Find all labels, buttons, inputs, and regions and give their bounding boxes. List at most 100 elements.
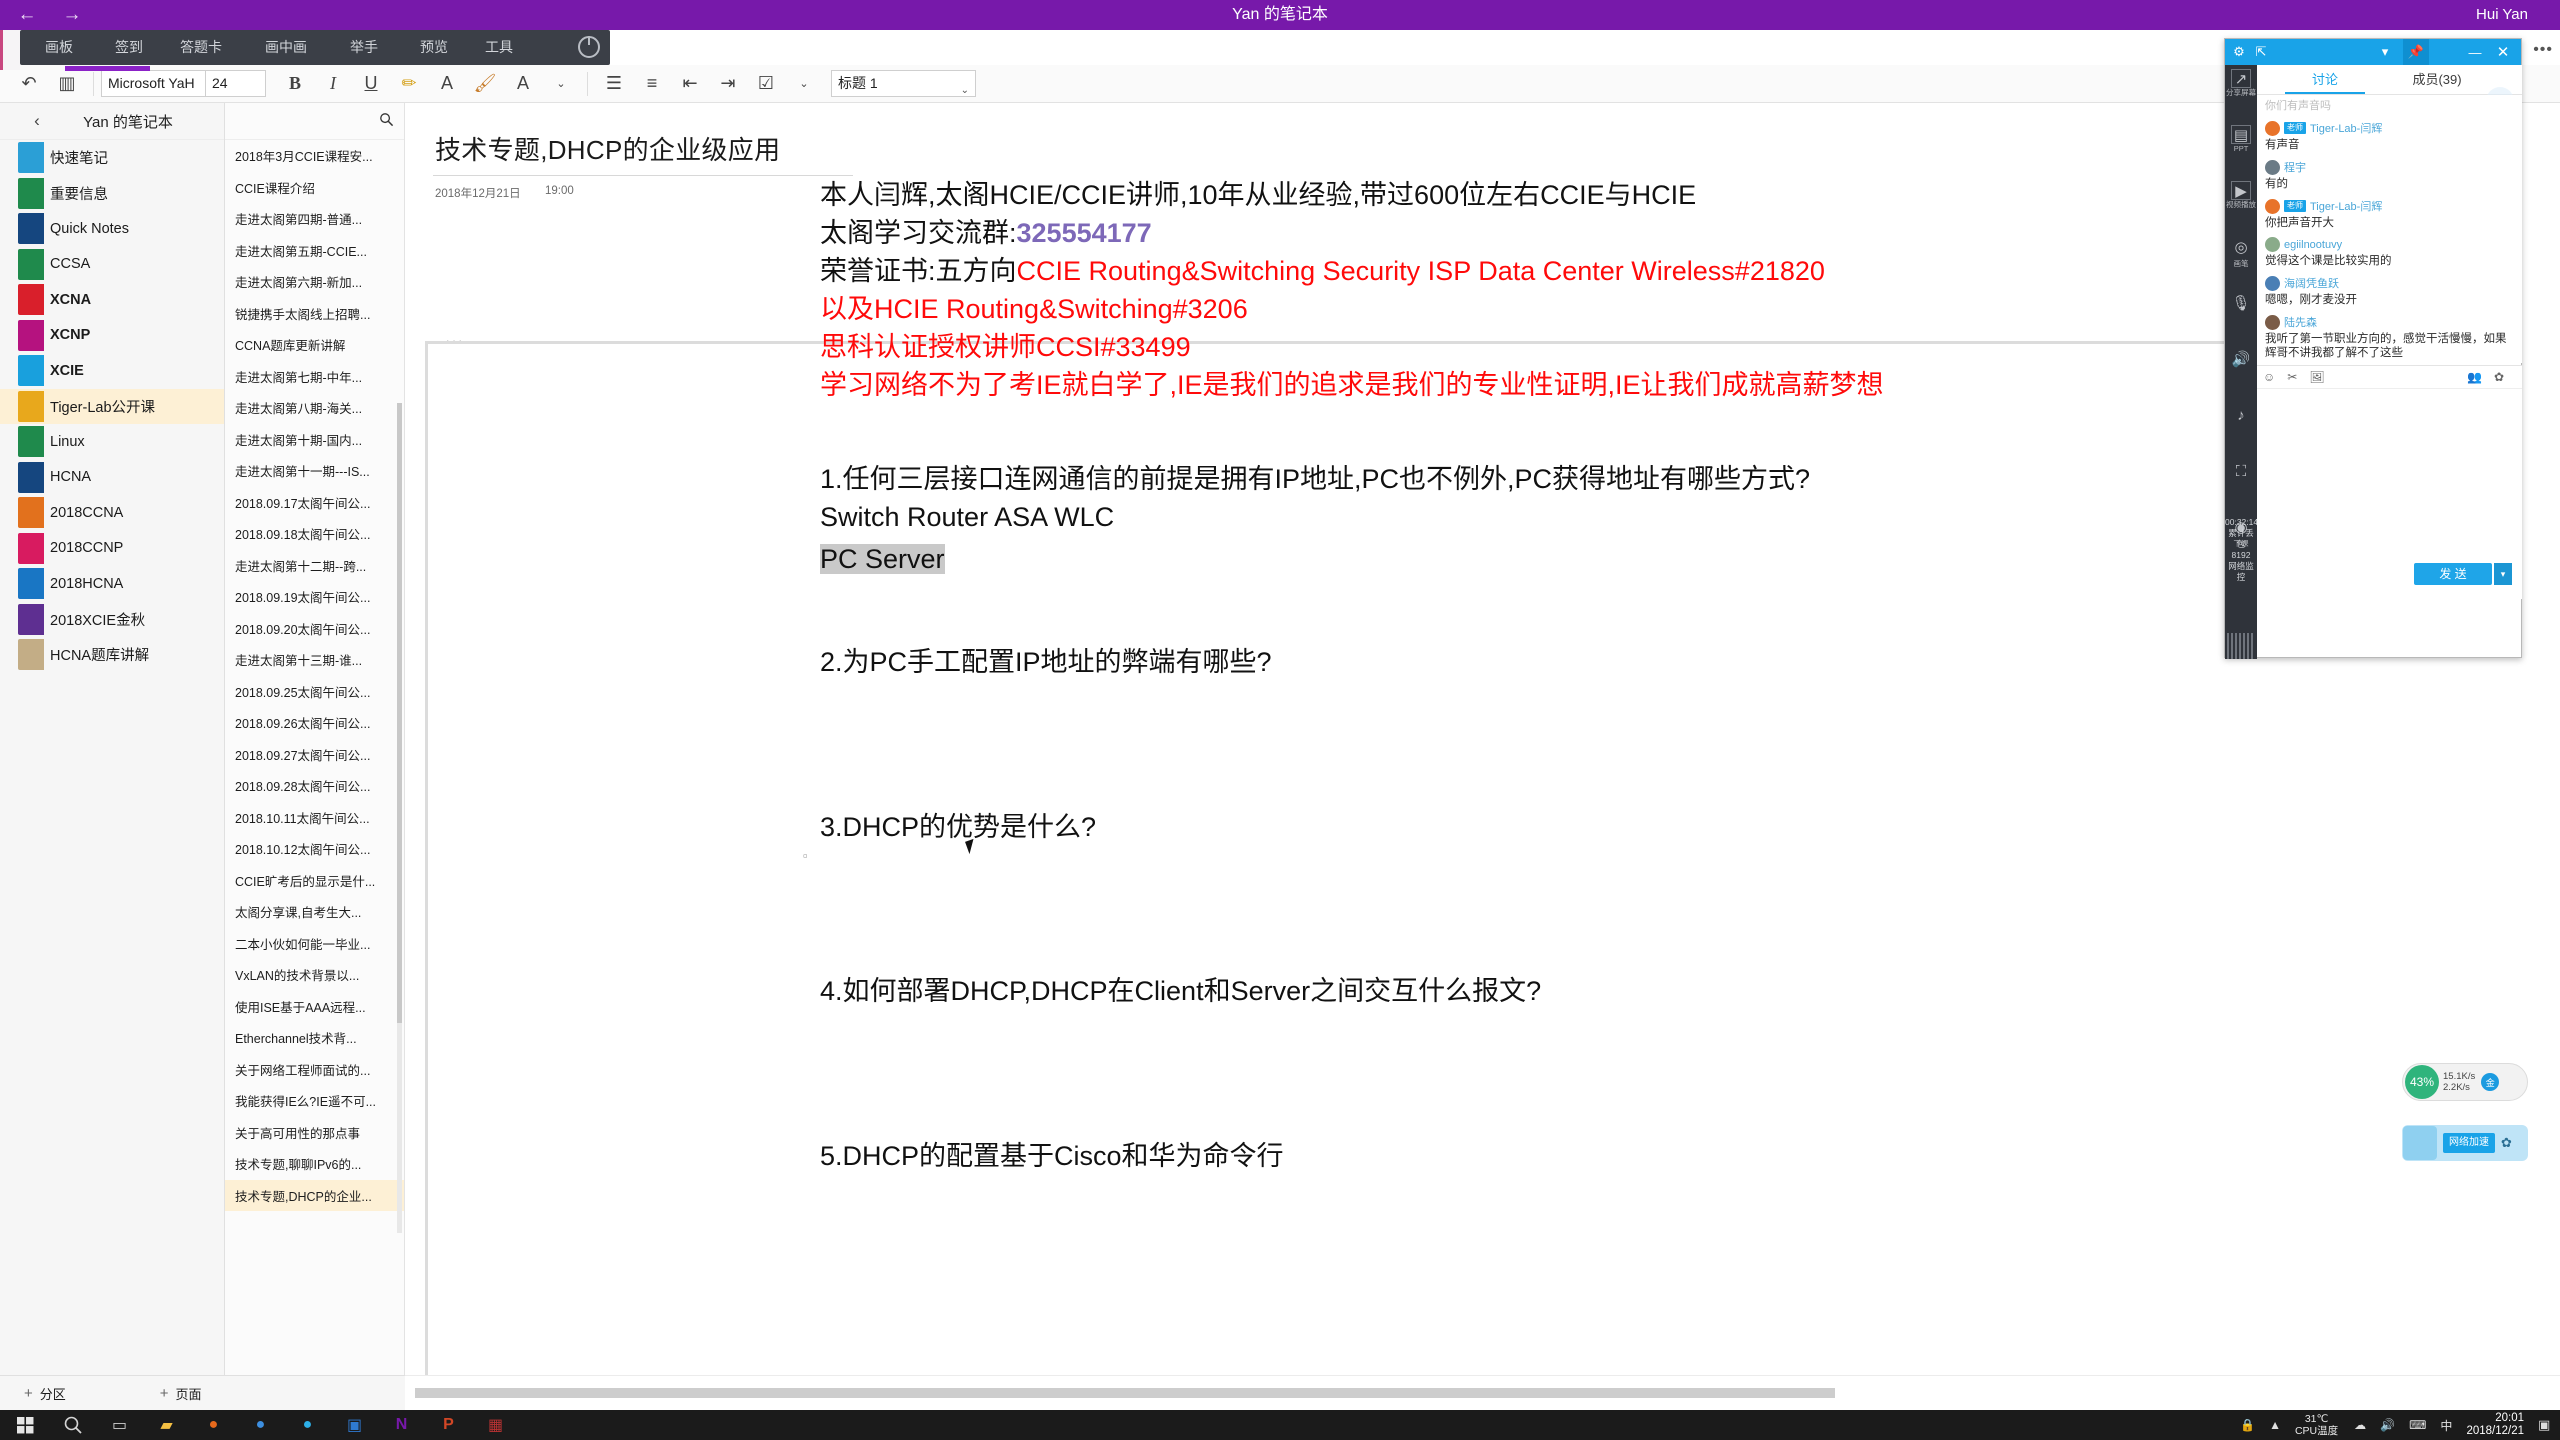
overlay-item-3[interactable]: 画中画 (265, 30, 307, 65)
clock[interactable]: 20:01 2018/12/21 (2466, 1412, 2524, 1438)
avatar[interactable] (2265, 198, 2280, 214)
close-icon[interactable]: ✕ (2493, 42, 2513, 62)
boost-button[interactable]: 网络加速 (2443, 1133, 2495, 1153)
page-list-item[interactable]: 二本小伙如何能一毕业... (225, 928, 404, 960)
paragraph-style-select[interactable]: 标题 1 ⌄ (831, 70, 976, 97)
note-date[interactable]: 2018年12月21日 (435, 185, 521, 201)
add-section-button[interactable]: + 分区 (24, 1384, 66, 1403)
page-list-item[interactable]: CCIE课程介绍 (225, 172, 404, 204)
note-line[interactable]: 学习网络不为了考IE就白学了,IE是我们的追求是我们的专业性证明,IE让我们成就… (820, 369, 1884, 401)
start-icon[interactable] (2, 1410, 49, 1440)
undo-icon[interactable]: ↶ (10, 68, 48, 100)
outdent-icon[interactable]: ⇤ (671, 68, 709, 100)
collapse-sidebar-icon[interactable]: ‹ (22, 106, 52, 136)
note-line[interactable]: 以及HCIE Routing&Switching#3206 (820, 293, 1248, 325)
avatar[interactable] (2265, 159, 2280, 175)
note-time[interactable]: 19:00 (545, 185, 574, 197)
bullets-icon[interactable]: ☰ (595, 68, 633, 100)
note-line[interactable]: 3.DHCP的优势是什么? (820, 811, 1096, 843)
sidebar-item-XCNA[interactable]: XCNA (0, 282, 224, 318)
page-list-item[interactable]: 走进太阁第八期-海关... (225, 392, 404, 424)
avatar[interactable] (2265, 314, 2280, 330)
sidebar-item-Quick Notes[interactable]: Quick Notes (0, 211, 224, 247)
page-list-item[interactable]: 走进太阁第六期-新加... (225, 266, 404, 298)
note-line[interactable]: 太阁学习交流群:325554177 (820, 217, 1152, 249)
file-explorer-icon[interactable]: ▰ (143, 1410, 190, 1440)
avatar[interactable] (2265, 275, 2280, 291)
page-list-item[interactable]: 走进太阁第十期-国内... (225, 424, 404, 456)
overlay-item-5[interactable]: 预览 (420, 30, 448, 65)
tag-chevron-icon[interactable]: ⌄ (785, 68, 823, 100)
pin-icon[interactable]: 📌 (2403, 39, 2429, 65)
page-list-item[interactable]: 2018.09.17太阁午间公... (225, 487, 404, 519)
sidebar-item-XCNP[interactable]: XCNP (0, 317, 224, 353)
underline-button[interactable]: U (352, 68, 390, 100)
rail-item-7[interactable]: ⛶ (2225, 457, 2257, 513)
paragraph-handle-icon[interactable]: ▫ (803, 848, 813, 863)
chat-message-list[interactable]: 你们有声音吗 老师 Tiger-Lab-闫辉 有声音 程宇 有的 老师 Tiger-Lab-… (2257, 95, 2522, 363)
search-icon[interactable] (379, 112, 394, 131)
bold-button[interactable]: B (276, 68, 314, 100)
page-list-item[interactable]: 关于网络工程师面试的... (225, 1054, 404, 1086)
page-list-item[interactable]: VxLAN的技术背景以... (225, 959, 404, 991)
rail-item-6[interactable]: ♪ (2225, 401, 2257, 457)
overlay-item-1[interactable]: 签到 (115, 30, 143, 65)
add-page-button[interactable]: + 页面 (160, 1384, 202, 1403)
sidebar-item-Tiger-Lab公开课[interactable]: Tiger-Lab公开课 (0, 388, 224, 424)
sidebar-item-CCSA[interactable]: CCSA (0, 246, 224, 282)
keyboard-icon[interactable]: ⌨ (2409, 1418, 2426, 1432)
people-icon[interactable]: 👥 (2467, 370, 2482, 384)
overlay-item-4[interactable]: 举手 (350, 30, 378, 65)
chat-input-box[interactable]: ▾ 发 送 (2257, 389, 2522, 599)
network-boost-widget[interactable]: 网络加速 ✿ (2402, 1125, 2528, 1161)
font-color-button[interactable]: A (428, 68, 466, 100)
chevron-up-icon[interactable]: ▲ (2269, 1418, 2281, 1432)
overlay-item-0[interactable]: 画板 (45, 30, 73, 65)
pdf-icon[interactable]: ▦ (472, 1410, 519, 1440)
rail-item-5[interactable]: 🔊 (2225, 345, 2257, 401)
network-speed-widget[interactable]: 43% 15.1K/s 2.2K/s 金 (2402, 1063, 2528, 1101)
overlay-item-2[interactable]: 答题卡 (180, 30, 222, 65)
horizontal-scrollbar-thumb[interactable] (415, 1388, 1835, 1398)
task-view-icon[interactable]: ▭ (96, 1410, 143, 1440)
tab-discussion[interactable]: 讨论 (2285, 65, 2365, 94)
page-list-item[interactable]: 技术专题,聊聊IPv6的... (225, 1148, 404, 1180)
sidebar-item-2018XCIE金秋[interactable]: 2018XCIE金秋 (0, 601, 224, 637)
italic-button[interactable]: I (314, 68, 352, 100)
search-icon[interactable] (49, 1410, 96, 1440)
page-list-scrollbar-thumb[interactable] (397, 403, 402, 1023)
page-list-item[interactable]: 太阁分享课,自考生大... (225, 896, 404, 928)
gear-icon[interactable]: ✿ (2501, 1135, 2512, 1151)
indent-icon[interactable]: ⇥ (709, 68, 747, 100)
tab-members[interactable]: 成员(39) (2387, 65, 2487, 94)
minimize-icon[interactable]: — (2465, 42, 2485, 62)
powerpoint-icon[interactable]: P (425, 1410, 472, 1440)
sidebar-item-HCNA题库讲解[interactable]: HCNA题库讲解 (0, 637, 224, 673)
page-list-item[interactable]: 2018.10.11太阁午间公... (225, 802, 404, 834)
page-list-item[interactable]: 锐捷携手太阁线上招聘... (225, 298, 404, 330)
rail-item-3[interactable]: ◎ 画笔 (2225, 233, 2257, 289)
clear-formatting-icon[interactable]: A (504, 68, 542, 100)
sidebar-item-重要信息[interactable]: 重要信息 (0, 175, 224, 211)
avatar[interactable] (2265, 120, 2280, 136)
note-line[interactable]: Switch Router ASA WLC (820, 501, 1114, 533)
overlay-item-6[interactable]: 工具 (485, 30, 513, 65)
gear-icon[interactable]: ⚙ (2229, 42, 2249, 62)
rail-item-2[interactable]: ▶ 视频播放 (2225, 177, 2257, 233)
sidebar-item-2018CCNP[interactable]: 2018CCNP (0, 530, 224, 566)
page-list-item[interactable]: 走进太阁第四期-普通... (225, 203, 404, 235)
page-list-item[interactable]: 2018.09.25太阁午间公... (225, 676, 404, 708)
sidebar-item-2018CCNA[interactable]: 2018CCNA (0, 495, 224, 531)
share-icon[interactable]: ⇱ (2251, 42, 2271, 62)
content-block-handle[interactable]: ··· (425, 333, 485, 348)
speaker-icon[interactable]: 🔊 (2380, 1418, 2395, 1432)
sidebar-item-HCNA[interactable]: HCNA (0, 459, 224, 495)
more-options-icon[interactable]: ••• (2533, 41, 2553, 59)
page-list-item[interactable]: 2018.09.27太阁午间公... (225, 739, 404, 771)
format-painter-icon[interactable]: 🖌 (466, 68, 504, 100)
page-list-item[interactable]: 使用ISE基于AAA远程... (225, 991, 404, 1023)
chrome-icon[interactable]: ● (237, 1410, 284, 1440)
page-list-item[interactable]: 走进太阁第五期-CCIE... (225, 235, 404, 267)
font-name-input[interactable]: Microsoft YaH (101, 70, 206, 97)
page-list-item[interactable]: Etherchannel技术背... (225, 1022, 404, 1054)
